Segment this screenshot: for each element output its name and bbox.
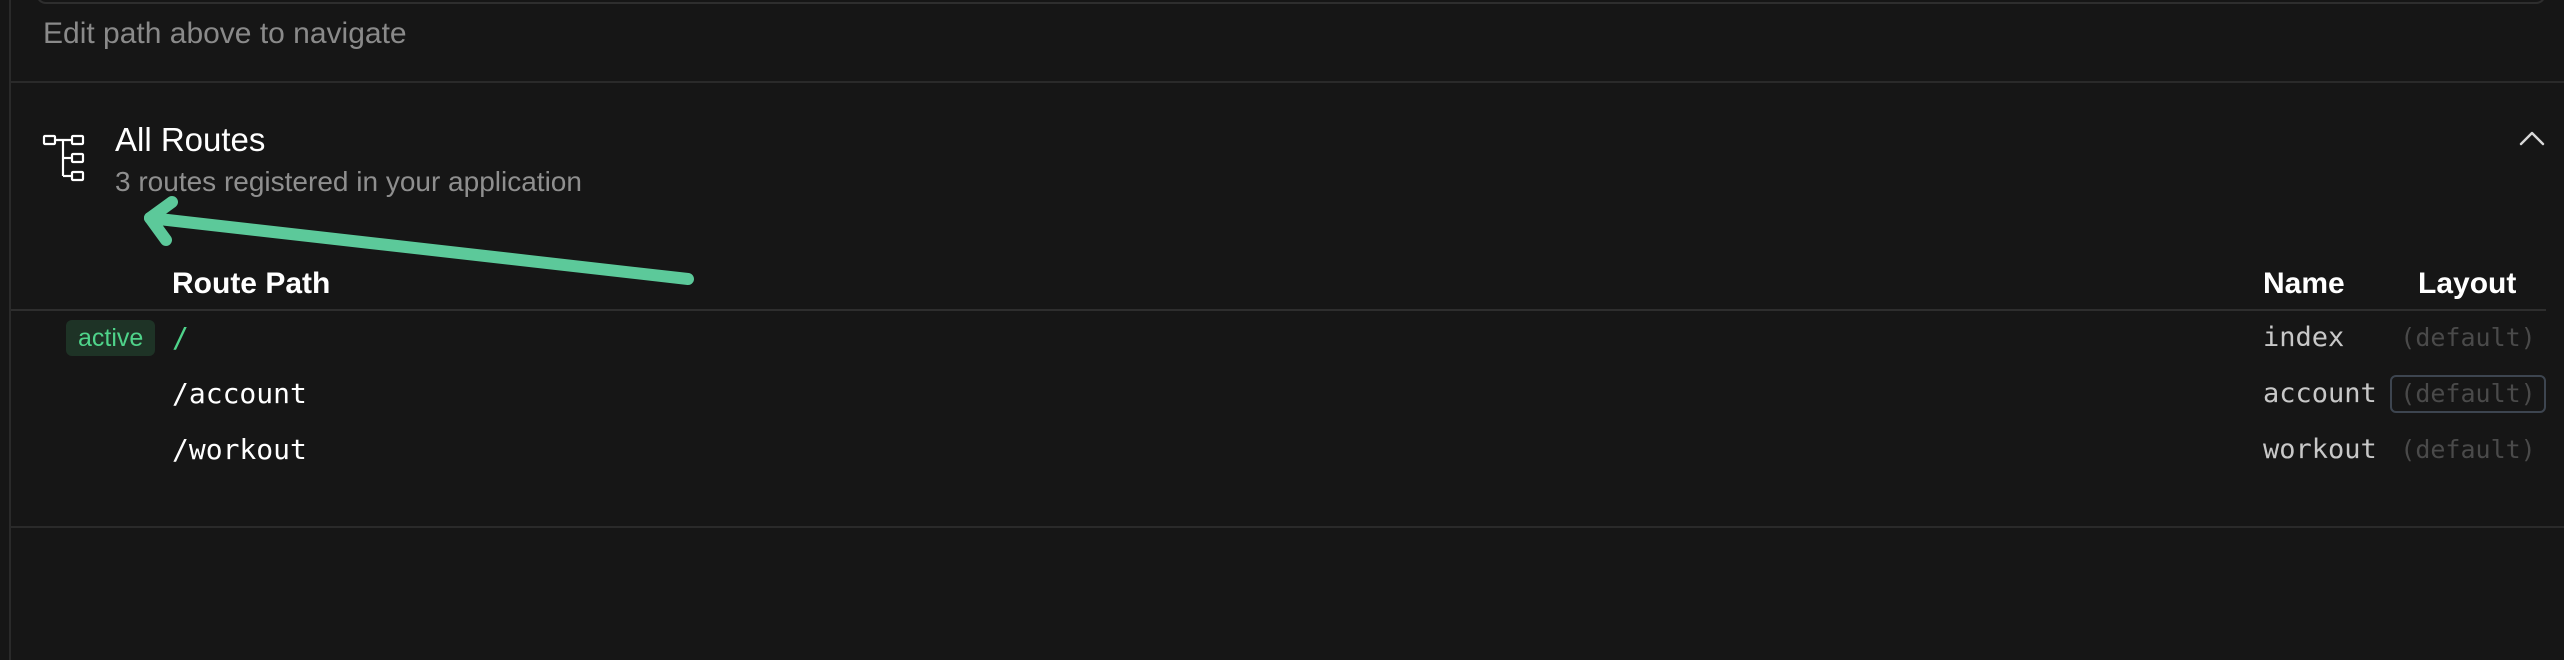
route-tree-icon	[42, 134, 85, 182]
divider	[11, 526, 2564, 528]
divider	[11, 81, 2564, 83]
route-layout[interactable]: (default)	[2390, 431, 2546, 469]
route-name: workout	[2263, 434, 2377, 465]
route-path[interactable]: /	[172, 312, 189, 364]
chevron-up-icon	[2519, 131, 2545, 146]
path-input-field[interactable]	[36, 0, 2546, 4]
route-path[interactable]: /account	[172, 368, 307, 420]
active-badge: active	[66, 320, 156, 356]
table-header: Route Path Name Layout	[0, 262, 2564, 306]
section-subtitle: 3 routes registered in your application	[115, 166, 582, 197]
route-name: account	[2263, 378, 2377, 409]
column-header-route-path: Route Path	[172, 267, 331, 300]
table-row[interactable]: /workout workout (default)	[0, 424, 2564, 476]
route-name: index	[2263, 322, 2345, 353]
routes-panel: Edit path above to navigate All Routes 3…	[0, 0, 2564, 660]
route-layout[interactable]: (default)	[2390, 375, 2546, 413]
section-title: All Routes	[115, 121, 266, 158]
route-path[interactable]: /workout	[172, 424, 307, 476]
collapse-button[interactable]	[2512, 118, 2552, 158]
route-layout[interactable]: (default)	[2390, 319, 2546, 357]
column-header-name: Name	[2263, 267, 2345, 300]
path-hint: Edit path above to navigate	[43, 17, 407, 50]
header-divider	[11, 309, 2546, 311]
column-header-layout: Layout	[2418, 267, 2517, 300]
table-row[interactable]: /account account (default)	[0, 368, 2564, 420]
table-row[interactable]: active / index (default)	[0, 312, 2564, 364]
